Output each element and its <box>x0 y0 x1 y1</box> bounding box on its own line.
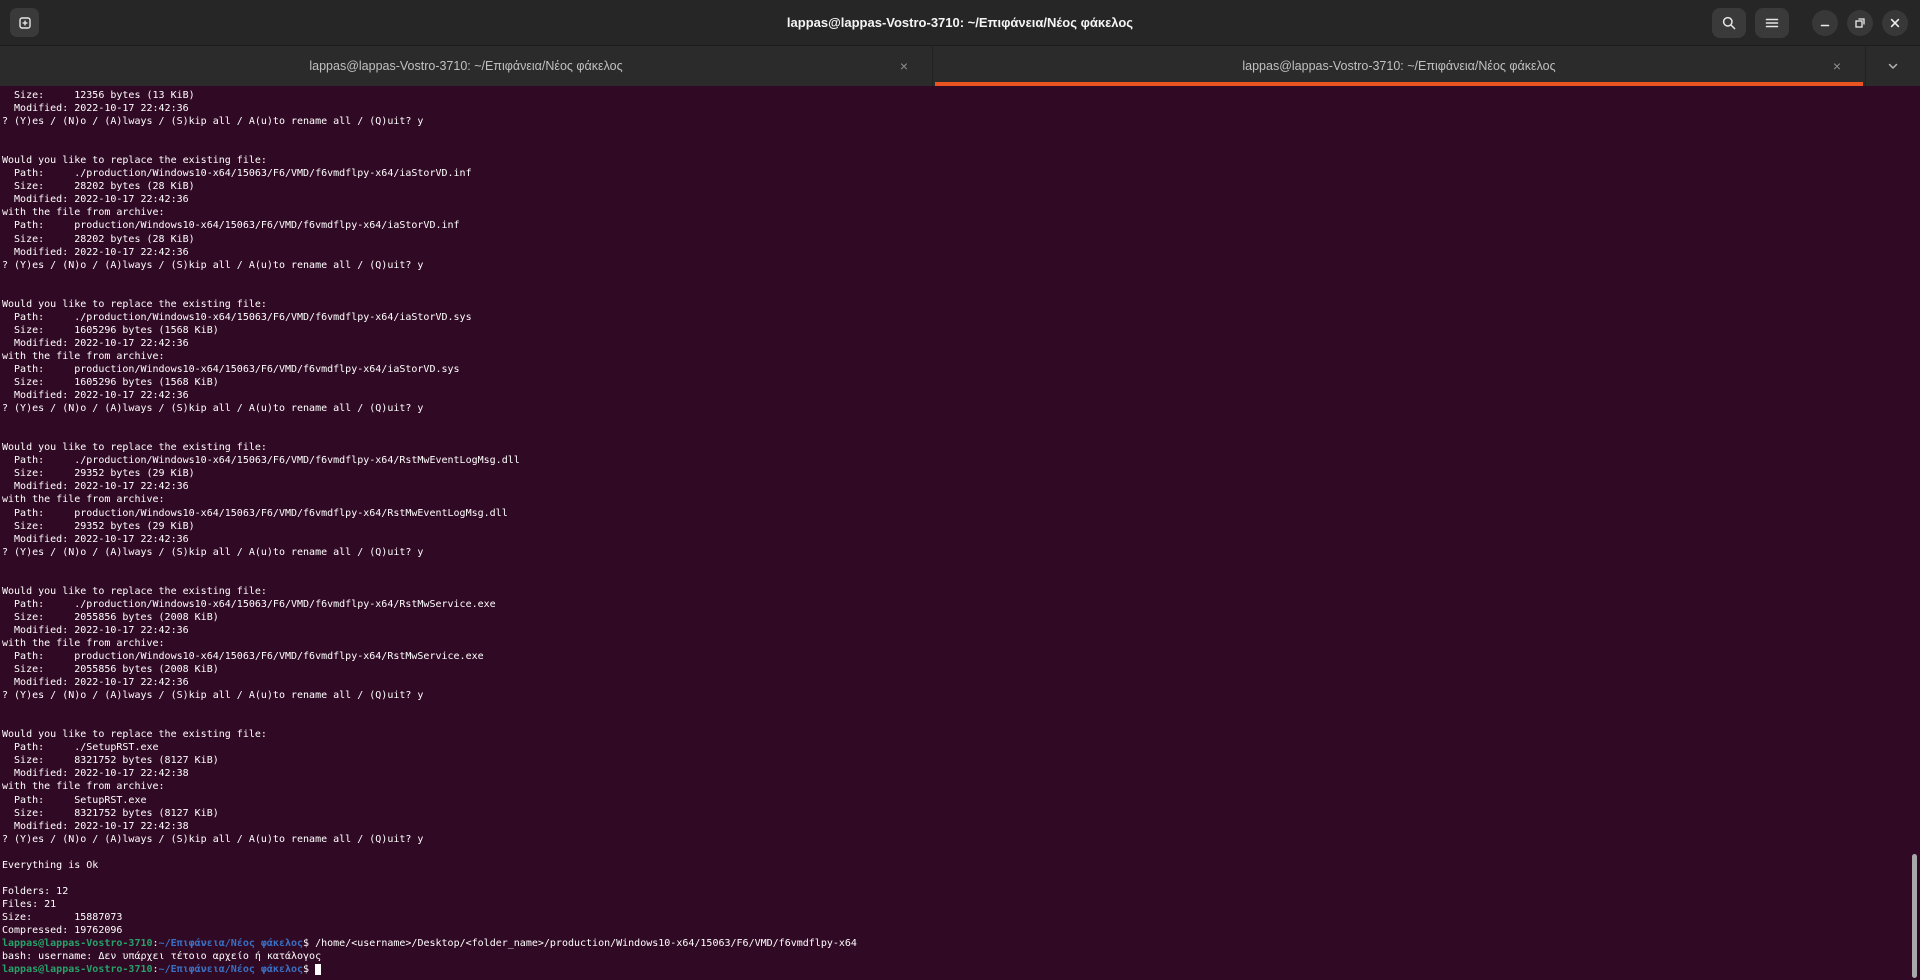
titlebar-controls <box>1712 8 1908 38</box>
terminal-line: Modified: 2022-10-17 22:42:36 <box>2 624 1920 637</box>
terminal-line: Path: production/Windows10-x64/15063/F6/… <box>2 507 1920 520</box>
terminal-line <box>2 572 1920 585</box>
terminal-line: lappas@lappas-Vostro-3710:~/Επιφάνεια/Νέ… <box>2 963 1920 976</box>
terminal-line: ? (Y)es / (N)o / (A)lways / (S)kip all /… <box>2 546 1920 559</box>
terminal-line: Folders: 12 <box>2 885 1920 898</box>
terminal-window: lappas@lappas-Vostro-3710: ~/Επιφάνεια/Ν… <box>0 0 1920 980</box>
terminal-line: Size: 2055856 bytes (2008 KiB) <box>2 663 1920 676</box>
terminal-line <box>2 141 1920 154</box>
new-tab-button[interactable] <box>10 8 39 37</box>
terminal-line <box>2 559 1920 572</box>
terminal-line: Path: ./production/Windows10-x64/15063/F… <box>2 167 1920 180</box>
terminal-line: with the file from archive: <box>2 780 1920 793</box>
terminal-line: Files: 21 <box>2 898 1920 911</box>
terminal-line: Path: production/Windows10-x64/15063/F6/… <box>2 650 1920 663</box>
terminal-line <box>2 702 1920 715</box>
terminal-line: with the file from archive: <box>2 350 1920 363</box>
terminal-line: Size: 12356 bytes (13 KiB) <box>2 89 1920 102</box>
terminal-line: Path: production/Windows10-x64/15063/F6/… <box>2 219 1920 232</box>
terminal-line <box>2 128 1920 141</box>
terminal-line: Modified: 2022-10-17 22:42:36 <box>2 337 1920 350</box>
terminal-line: Modified: 2022-10-17 22:42:36 <box>2 480 1920 493</box>
terminal-line: Path: ./production/Windows10-x64/15063/F… <box>2 454 1920 467</box>
terminal-line <box>2 415 1920 428</box>
terminal-line: Size: 28202 bytes (28 KiB) <box>2 180 1920 193</box>
terminal-line <box>2 272 1920 285</box>
terminal-line: Compressed: 19762096 <box>2 924 1920 937</box>
terminal-line: Path: ./production/Windows10-x64/15063/F… <box>2 311 1920 324</box>
search-button[interactable] <box>1712 8 1746 38</box>
terminal-line: Modified: 2022-10-17 22:42:36 <box>2 193 1920 206</box>
terminal-line: ? (Y)es / (N)o / (A)lways / (S)kip all /… <box>2 689 1920 702</box>
minimize-icon <box>1818 16 1832 30</box>
window-title: lappas@lappas-Vostro-3710: ~/Επιφάνεια/Ν… <box>0 15 1920 30</box>
terminal-line: with the file from archive: <box>2 206 1920 219</box>
terminal-line: bash: username: Δεν υπάρχει τέτοιο αρχεί… <box>2 950 1920 963</box>
cursor <box>315 964 321 975</box>
terminal-line: Would you like to replace the existing f… <box>2 298 1920 311</box>
terminal-line: Modified: 2022-10-17 22:42:36 <box>2 533 1920 546</box>
terminal-line: Size: 1605296 bytes (1568 KiB) <box>2 376 1920 389</box>
terminal-line: Path: SetupRST.exe <box>2 794 1920 807</box>
terminal-line: Modified: 2022-10-17 22:42:36 <box>2 246 1920 259</box>
tab-bar: lappas@lappas-Vostro-3710: ~/Επιφάνεια/Ν… <box>0 46 1920 86</box>
window-restore-icon <box>1853 16 1867 30</box>
terminal-line: Path: ./SetupRST.exe <box>2 741 1920 754</box>
maximize-button[interactable] <box>1847 10 1873 36</box>
terminal-line <box>2 715 1920 728</box>
terminal-line: Modified: 2022-10-17 22:42:36 <box>2 676 1920 689</box>
tab-left[interactable]: lappas@lappas-Vostro-3710: ~/Επιφάνεια/Ν… <box>0 46 933 86</box>
terminal-line: Everything is Ok <box>2 859 1920 872</box>
terminal-line: Would you like to replace the existing f… <box>2 585 1920 598</box>
terminal-line <box>2 285 1920 298</box>
terminal-line: Size: 15887073 <box>2 911 1920 924</box>
terminal-line: Would you like to replace the existing f… <box>2 154 1920 167</box>
terminal-line: Would you like to replace the existing f… <box>2 728 1920 741</box>
terminal-line: ? (Y)es / (N)o / (A)lways / (S)kip all /… <box>2 115 1920 128</box>
terminal-line: Modified: 2022-10-17 22:42:38 <box>2 767 1920 780</box>
tab-close-icon[interactable]: × <box>1833 59 1841 73</box>
tab-list-dropdown-button[interactable] <box>1866 46 1920 86</box>
terminal-line: Modified: 2022-10-17 22:42:36 <box>2 102 1920 115</box>
hamburger-menu-icon <box>1764 15 1780 31</box>
terminal-line: ? (Y)es / (N)o / (A)lways / (S)kip all /… <box>2 259 1920 272</box>
tab-label: lappas@lappas-Vostro-3710: ~/Επιφάνεια/Ν… <box>309 59 622 73</box>
terminal-line: Size: 29352 bytes (29 KiB) <box>2 467 1920 480</box>
terminal-line: Would you like to replace the existing f… <box>2 441 1920 454</box>
titlebar: lappas@lappas-Vostro-3710: ~/Επιφάνεια/Ν… <box>0 0 1920 46</box>
terminal-line: Modified: 2022-10-17 22:42:38 <box>2 820 1920 833</box>
new-tab-icon <box>17 15 33 31</box>
minimize-button[interactable] <box>1812 10 1838 36</box>
scrollbar-thumb[interactable] <box>1912 854 1917 978</box>
terminal-line: lappas@lappas-Vostro-3710:~/Επιφάνεια/Νέ… <box>2 937 1920 950</box>
close-icon <box>1888 16 1902 30</box>
terminal-line: with the file from archive: <box>2 493 1920 506</box>
terminal-output: Size: 12356 bytes (13 KiB) Modified: 202… <box>2 89 1920 976</box>
terminal-line: Size: 8321752 bytes (8127 KiB) <box>2 807 1920 820</box>
terminal-line: Size: 2055856 bytes (2008 KiB) <box>2 611 1920 624</box>
terminal-line: Size: 29352 bytes (29 KiB) <box>2 520 1920 533</box>
terminal-line: ? (Y)es / (N)o / (A)lways / (S)kip all /… <box>2 402 1920 415</box>
terminal-line: Size: 8321752 bytes (8127 KiB) <box>2 754 1920 767</box>
tab-label: lappas@lappas-Vostro-3710: ~/Επιφάνεια/Ν… <box>1242 59 1555 73</box>
terminal-viewport[interactable]: Size: 12356 bytes (13 KiB) Modified: 202… <box>0 86 1920 980</box>
terminal-line: Size: 1605296 bytes (1568 KiB) <box>2 324 1920 337</box>
chevron-down-icon <box>1886 59 1900 73</box>
terminal-line: with the file from archive: <box>2 637 1920 650</box>
terminal-line: Size: 28202 bytes (28 KiB) <box>2 233 1920 246</box>
close-button[interactable] <box>1882 10 1908 36</box>
terminal-line: Path: production/Windows10-x64/15063/F6/… <box>2 363 1920 376</box>
menu-button[interactable] <box>1755 8 1789 38</box>
tab-close-icon[interactable]: × <box>900 59 908 73</box>
terminal-line <box>2 428 1920 441</box>
tab-right[interactable]: lappas@lappas-Vostro-3710: ~/Επιφάνεια/Ν… <box>933 46 1866 86</box>
terminal-line <box>2 872 1920 885</box>
terminal-line: Modified: 2022-10-17 22:42:36 <box>2 389 1920 402</box>
terminal-line <box>2 846 1920 859</box>
terminal-line: Path: ./production/Windows10-x64/15063/F… <box>2 598 1920 611</box>
terminal-line: ? (Y)es / (N)o / (A)lways / (S)kip all /… <box>2 833 1920 846</box>
search-icon <box>1721 15 1737 31</box>
